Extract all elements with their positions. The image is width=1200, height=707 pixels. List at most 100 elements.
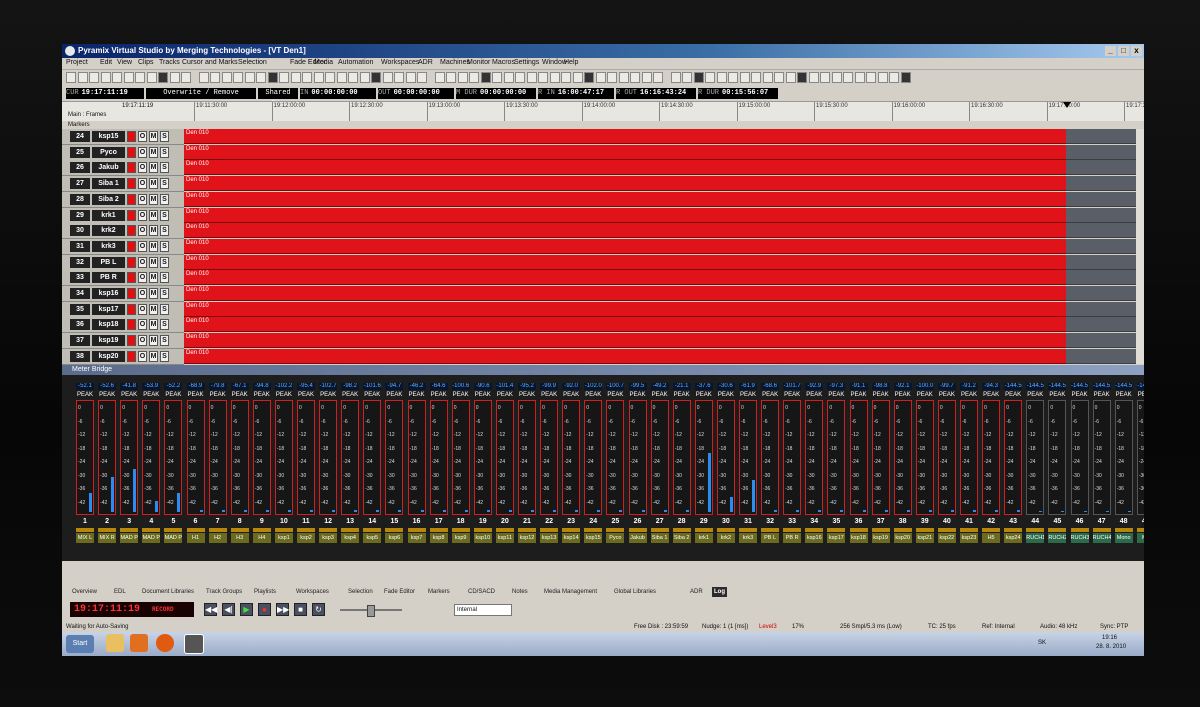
transport-timecode[interactable]: 19:17:11:19 RECORD [70, 602, 194, 617]
toolbar-tool-icon[interactable] [595, 72, 606, 83]
edit-mode[interactable]: Overwrite / Remove [146, 88, 256, 99]
track-header[interactable]: 36 ksp18 O M S [62, 317, 184, 334]
audio-clip[interactable]: Den 010 [184, 333, 1066, 349]
track-m-button[interactable]: M [149, 162, 158, 174]
peak-value[interactable]: -101.6 [363, 383, 382, 390]
peak-value[interactable]: -99.7 [937, 383, 956, 390]
toolbar-tool-icon[interactable] [503, 72, 514, 83]
toolbar-tool-icon[interactable] [77, 72, 88, 83]
toolbar-tool-icon[interactable] [221, 72, 232, 83]
in-timecode[interactable]: IN 00:00:00:00 [300, 88, 376, 99]
stop-button[interactable]: ■ [294, 603, 307, 616]
toolbar-tool-icon[interactable] [244, 72, 255, 83]
peak-value[interactable]: -52.6 [98, 383, 117, 390]
track-o-button[interactable]: O [138, 209, 147, 221]
track-header[interactable]: 26 Jakub O M S [62, 160, 184, 177]
empty-track-area[interactable] [1066, 301, 1136, 317]
audio-clip[interactable]: Den 010 [184, 254, 1066, 270]
track-name[interactable]: ksp20 [92, 350, 125, 362]
peak-value[interactable]: -90.6 [473, 383, 492, 390]
audio-clip[interactable]: Den 010 [184, 223, 1066, 239]
track-s-button[interactable]: S [160, 272, 169, 284]
menu-item-media[interactable]: Media [314, 59, 333, 66]
track-s-button[interactable]: S [160, 209, 169, 221]
track-name[interactable]: Pyco [92, 146, 125, 158]
toolbar-tool-icon[interactable] [267, 72, 278, 83]
track-s-button[interactable]: S [160, 146, 169, 158]
peak-value[interactable]: -49.2 [650, 383, 669, 390]
track-s-button[interactable]: S [160, 256, 169, 268]
peak-value[interactable]: -99.9 [540, 383, 559, 390]
peak-value[interactable]: -144.5 [1048, 383, 1067, 390]
toolbar-tool-icon[interactable] [515, 72, 525, 83]
peak-value[interactable]: -92.0 [562, 383, 581, 390]
track-m-button[interactable]: M [149, 272, 158, 284]
track-name[interactable]: krk3 [92, 240, 125, 252]
peak-value[interactable]: -37.6 [694, 383, 713, 390]
menu-item-tracks[interactable]: Tracks [159, 59, 180, 66]
peak-value[interactable]: -144.5 [1004, 383, 1023, 390]
toolbar-tool-icon[interactable] [831, 72, 842, 83]
track-m-button[interactable]: M [149, 319, 158, 331]
peak-value[interactable]: -94.3 [982, 383, 1001, 390]
peak-value[interactable]: -144.5 [1026, 383, 1045, 390]
toolbar-tool-icon[interactable] [457, 72, 468, 83]
peak-value[interactable]: -91.2 [960, 383, 978, 390]
toolbar-tool-icon[interactable] [348, 72, 358, 83]
toolbar-tool-icon[interactable] [417, 72, 427, 83]
track-o-button[interactable]: O [138, 225, 147, 237]
peak-value[interactable]: -68.9 [186, 383, 205, 390]
empty-track-area[interactable] [1066, 223, 1136, 239]
markers-lane[interactable]: Markers [62, 121, 1144, 129]
track-m-button[interactable]: M [149, 178, 158, 190]
track-m-button[interactable]: M [149, 131, 158, 142]
toolbar-tool-icon[interactable] [538, 72, 548, 83]
record-arm-button[interactable] [127, 303, 136, 315]
toolbar-tool-icon[interactable] [394, 72, 404, 83]
pyramix-app-icon[interactable] [184, 634, 204, 654]
loop-button[interactable]: ↻ [312, 603, 325, 616]
menu-item-selection[interactable]: Selection [238, 59, 267, 66]
toolbar-tool-icon[interactable] [198, 72, 209, 83]
track-o-button[interactable]: O [138, 272, 147, 284]
track-name[interactable]: ksp19 [92, 335, 125, 347]
track-o-button[interactable]: O [138, 240, 147, 252]
track-name[interactable]: Jakub [92, 162, 125, 174]
track-s-button[interactable]: S [160, 193, 169, 205]
empty-track-area[interactable] [1066, 348, 1136, 364]
track-o-button[interactable]: O [138, 256, 147, 268]
tab-media-management[interactable]: Media Management [542, 587, 599, 597]
toolbar-tool-icon[interactable] [670, 72, 681, 83]
toolbar-tool-icon[interactable] [785, 72, 796, 83]
toolbar-tool-icon[interactable] [526, 72, 537, 83]
menu-item-workspaces[interactable]: Workspaces [381, 59, 419, 66]
tab-selection[interactable]: Selection [346, 587, 375, 597]
track-o-button[interactable]: O [138, 335, 147, 347]
peak-value[interactable]: -52.2 [164, 383, 183, 390]
toolbar-tool-icon[interactable] [820, 72, 830, 83]
track-m-button[interactable]: M [149, 225, 158, 237]
track-o-button[interactable]: O [138, 178, 147, 190]
toolbar-tool-icon[interactable] [797, 72, 807, 83]
track-name[interactable]: Siba 1 [92, 178, 125, 190]
track-o-button[interactable]: O [138, 319, 147, 331]
toolbar-tool-icon[interactable] [146, 72, 157, 83]
menu-item-adr[interactable]: ADR [418, 59, 433, 66]
cursor-timecode[interactable]: CUR 19:17:11:19 [66, 88, 144, 99]
track-s-button[interactable]: S [160, 240, 169, 252]
toolbar-tool-icon[interactable] [325, 72, 335, 83]
track-s-button[interactable]: S [160, 288, 169, 299]
track-o-button[interactable]: O [138, 193, 147, 205]
audio-clip[interactable]: Den 010 [184, 348, 1066, 364]
record-arm-button[interactable] [127, 335, 136, 347]
audio-clip[interactable]: Den 010 [184, 238, 1066, 254]
toolbar-tool-icon[interactable] [158, 72, 168, 83]
toolbar-tool-icon[interactable] [480, 72, 491, 83]
toolbar-tool-icon[interactable] [89, 72, 99, 83]
tab-markers[interactable]: Markers [426, 587, 452, 597]
audio-clip[interactable]: Den 010 [184, 317, 1066, 333]
toolbar-tool-icon[interactable] [181, 72, 191, 83]
toolbar-tool-icon[interactable] [382, 72, 393, 83]
toolbar-tool-icon[interactable] [630, 72, 640, 83]
empty-track-area[interactable] [1066, 191, 1136, 207]
